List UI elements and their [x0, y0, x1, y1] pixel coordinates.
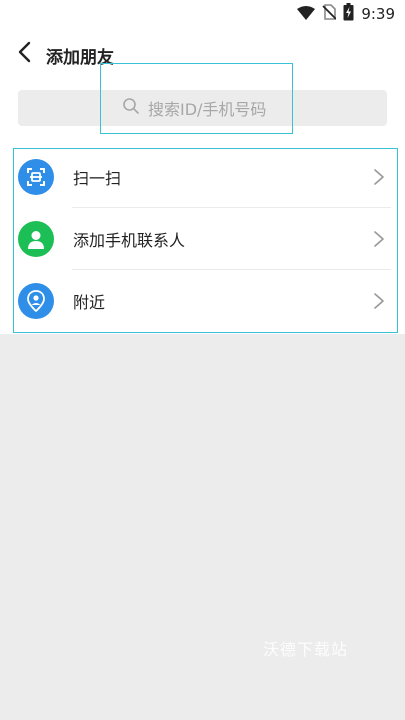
search-highlight-box — [100, 63, 293, 134]
status-bar: 9:39 — [0, 0, 405, 28]
chevron-left-icon — [17, 41, 31, 67]
watermark: 沃德下载站 — [263, 640, 349, 659]
status-icons: 9:39 — [297, 3, 395, 25]
status-time: 9:39 — [361, 5, 395, 23]
back-button[interactable] — [10, 40, 38, 68]
no-sim-icon — [322, 4, 337, 24]
battery-charging-icon — [343, 3, 354, 25]
wifi-icon — [297, 5, 316, 24]
list-highlight-box — [13, 148, 398, 333]
